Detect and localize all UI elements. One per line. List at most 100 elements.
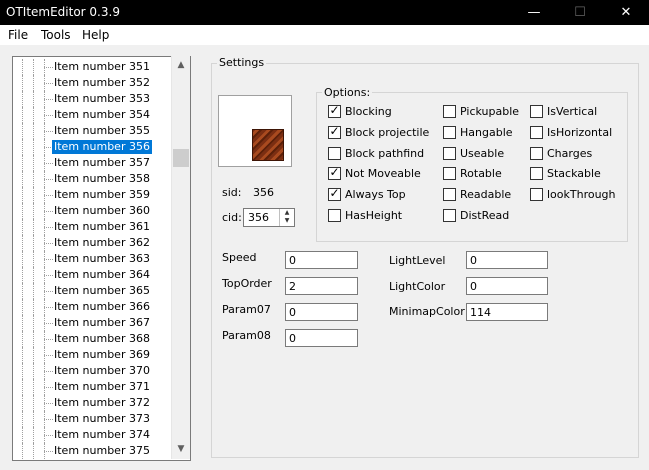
tree-guide-line: [33, 283, 34, 299]
spin-up-icon[interactable]: ▲: [280, 209, 294, 217]
tree-item-label: Item number 362: [54, 236, 150, 249]
checkbox-unchecked-icon[interactable]: [530, 105, 543, 118]
param07-label: Param07: [222, 303, 271, 316]
tree-guide-line: [33, 251, 34, 267]
item-tree[interactable]: Item number 351 Item number 352 Item numbe…: [12, 56, 191, 461]
tree-guide-line: [22, 331, 23, 347]
tree-item[interactable]: Item number 367: [13, 315, 190, 331]
tree-item-label: Item number 361: [54, 220, 150, 233]
tree-item[interactable]: Item number 366: [13, 299, 190, 315]
tree-guide-line: [33, 363, 34, 379]
tree-item[interactable]: Item number 357: [13, 155, 190, 171]
tree-item[interactable]: Item number 351: [13, 59, 190, 75]
option-label: Hangable: [460, 125, 513, 139]
tree-item[interactable]: Item number 368: [13, 331, 190, 347]
checkbox-unchecked-icon[interactable]: [443, 105, 456, 118]
menu-file[interactable]: File: [8, 28, 28, 42]
scroll-thumb[interactable]: [173, 149, 189, 167]
checkbox-unchecked-icon[interactable]: [443, 125, 456, 139]
checkbox-unchecked-icon[interactable]: [530, 188, 543, 202]
item-preview: [218, 95, 292, 167]
window-title: OTItemEditor 0.3.9: [6, 5, 120, 19]
tree-item[interactable]: Item number 358: [13, 171, 190, 187]
scroll-down-icon[interactable]: ▼: [172, 441, 190, 458]
tree-guide-line: [33, 299, 34, 315]
tree-item[interactable]: Item number 375: [13, 443, 190, 459]
tree-item-label: Item number 370: [54, 364, 150, 377]
tree-item[interactable]: Item number 352: [13, 75, 190, 91]
tree-item-label: Item number 364: [54, 268, 150, 281]
tree-guide-line: [33, 347, 34, 363]
close-icon[interactable]: ✕: [603, 0, 649, 25]
tree-item[interactable]: Item number 361: [13, 219, 190, 235]
spin-down-icon[interactable]: ▼: [280, 217, 294, 225]
maximize-icon[interactable]: ☐: [557, 0, 603, 25]
checkbox-unchecked-icon[interactable]: [328, 209, 341, 222]
tree-item[interactable]: Item number 370: [13, 363, 190, 379]
tree-item[interactable]: Item number 373: [13, 411, 190, 427]
checkbox-unchecked-icon[interactable]: [443, 146, 456, 160]
tree-item[interactable]: Item number 365: [13, 283, 190, 299]
option-label: Block pathfind: [345, 146, 425, 160]
minimapcolor-field[interactable]: 114: [466, 303, 548, 321]
option-label: Block projectile: [345, 125, 430, 139]
checkbox-unchecked-icon[interactable]: [328, 146, 341, 160]
param08-field[interactable]: 0: [285, 329, 358, 347]
tree-item[interactable]: Item number 374: [13, 427, 190, 443]
speed-field[interactable]: 0: [285, 251, 358, 269]
checkbox-unchecked-icon[interactable]: [530, 167, 543, 181]
checkbox-unchecked-icon[interactable]: [443, 188, 456, 202]
minimapcolor-label: MinimapColor: [389, 305, 465, 318]
checkbox-unchecked-icon[interactable]: [530, 146, 543, 160]
tree-guide-line: [33, 235, 34, 251]
checkbox-unchecked-icon[interactable]: [443, 209, 456, 222]
tree-item-label: Item number 359: [54, 188, 150, 201]
tree-item[interactable]: Item number 360: [13, 203, 190, 219]
tree-item[interactable]: Item number 362: [13, 235, 190, 251]
cid-stepper-arrows[interactable]: ▲ ▼: [279, 209, 294, 226]
cid-value: 356: [248, 211, 269, 224]
tree-item[interactable]: Item number 356: [13, 139, 190, 155]
toporder-field[interactable]: 2: [285, 277, 358, 295]
tree-guide-line: [22, 363, 23, 379]
checkbox-checked-icon[interactable]: ✓: [328, 165, 341, 181]
checkbox-unchecked-icon[interactable]: [530, 125, 543, 139]
tree-item-label: Item number 351: [54, 60, 150, 73]
tree-item[interactable]: Item number 355: [13, 123, 190, 139]
option-label: Rotable: [460, 167, 502, 181]
option-label: lookThrough: [547, 188, 616, 202]
menu-tools[interactable]: Tools: [41, 28, 71, 42]
checkbox-unchecked-icon[interactable]: [443, 167, 456, 181]
tree-item[interactable]: Item number 364: [13, 267, 190, 283]
tree-item-label: Item number 369: [54, 348, 150, 361]
speed-label: Speed: [222, 251, 257, 264]
tree-scrollbar[interactable]: ▲ ▼: [171, 56, 190, 459]
tree-guide-line: [22, 411, 23, 427]
cid-stepper[interactable]: 356 ▲ ▼: [243, 208, 295, 227]
tree-item-label: Item number 366: [54, 300, 150, 313]
minimize-icon[interactable]: —: [511, 0, 557, 25]
tree-item-label: Item number 372: [54, 396, 150, 409]
checkbox-checked-icon[interactable]: ✓: [328, 186, 341, 202]
tree-item[interactable]: Item number 372: [13, 395, 190, 411]
scroll-up-icon[interactable]: ▲: [172, 57, 190, 74]
tree-item[interactable]: Item number 363: [13, 251, 190, 267]
tree-item[interactable]: Item number 371: [13, 379, 190, 395]
lightlevel-field[interactable]: 0: [466, 251, 548, 269]
tree-guide-line: [22, 283, 23, 299]
checkbox-checked-icon[interactable]: ✓: [328, 103, 341, 118]
param07-field[interactable]: 0: [285, 303, 358, 321]
lightcolor-field[interactable]: 0: [466, 277, 548, 295]
tree-guide-line: [33, 443, 34, 459]
tree-guide-line: [22, 139, 23, 155]
tree-item[interactable]: Item number 353: [13, 91, 190, 107]
tree-guide-line: [22, 251, 23, 267]
tree-guide-line: [22, 171, 23, 187]
tree-item[interactable]: Item number 354: [13, 107, 190, 123]
menu-help[interactable]: Help: [82, 28, 109, 42]
tree-guide-line: [33, 395, 34, 411]
option-label: Stackable: [547, 167, 601, 181]
checkbox-checked-icon[interactable]: ✓: [328, 124, 341, 139]
tree-item[interactable]: Item number 369: [13, 347, 190, 363]
tree-item[interactable]: Item number 359: [13, 187, 190, 203]
